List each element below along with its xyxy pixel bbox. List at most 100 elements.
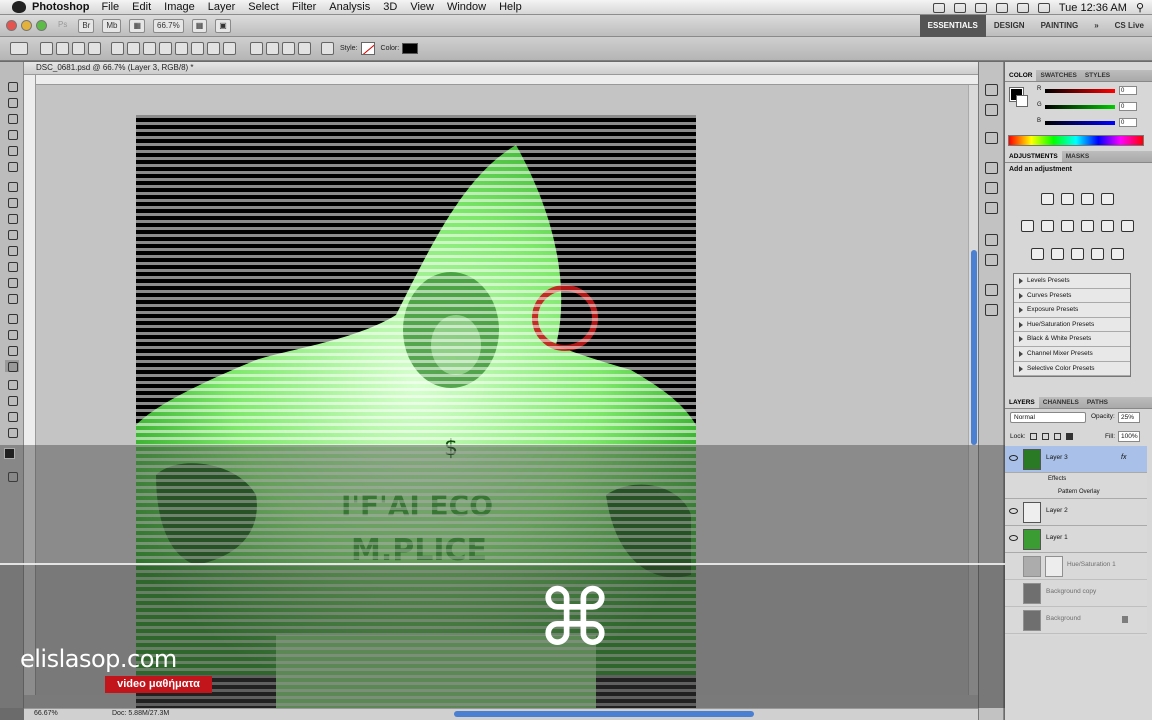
brushes-icon[interactable] (985, 162, 998, 174)
type-tool-icon[interactable] (5, 328, 19, 340)
pen-path-icon[interactable] (111, 42, 124, 55)
blend-mode-select[interactable]: Normal (1010, 412, 1086, 423)
vibrance-icon[interactable] (1021, 220, 1034, 232)
layer-row-background[interactable]: Background (1005, 607, 1147, 634)
3d-rotate-tool-icon[interactable] (5, 378, 19, 390)
menu-layer[interactable]: Layer (208, 1, 236, 13)
shape-tool-icon[interactable] (5, 360, 19, 372)
tab-masks[interactable]: MASKS (1062, 151, 1093, 162)
exclude-shape-icon[interactable] (298, 42, 311, 55)
layer-effects-row[interactable]: Effects (1005, 473, 1147, 486)
tab-swatches[interactable]: SWATCHES (1036, 70, 1080, 81)
screen-mode-button[interactable]: ▣ (215, 18, 231, 33)
zoom-window-button[interactable] (36, 20, 47, 31)
status-zoom[interactable]: 66.67% (34, 710, 58, 717)
red-value-input[interactable]: 0 (1119, 86, 1137, 95)
mini-bridge-button[interactable]: Mb (102, 18, 122, 33)
layer-name[interactable]: Hue/Saturation 1 (1067, 561, 1116, 568)
channel-mixer-icon[interactable] (1121, 220, 1134, 232)
layer-row-layer-2[interactable]: Layer 2 (1005, 499, 1147, 526)
menu-file[interactable]: File (101, 1, 119, 13)
vertical-scroll-thumb[interactable] (971, 250, 977, 445)
pen-tool-icon[interactable] (5, 312, 19, 324)
menu-select[interactable]: Select (248, 1, 279, 13)
preset-levels[interactable]: Levels Presets (1014, 274, 1130, 289)
freeform-pen-icon[interactable] (127, 42, 140, 55)
menu-edit[interactable]: Edit (132, 1, 151, 13)
tab-styles[interactable]: STYLES (1081, 70, 1114, 81)
lock-image-icon[interactable] (1042, 433, 1049, 440)
layer-row-layer-1[interactable]: Layer 1 (1005, 526, 1147, 553)
workspace-design[interactable]: DESIGN (986, 15, 1033, 37)
quick-select-tool-icon[interactable] (5, 128, 19, 140)
preset-selective-color[interactable]: Selective Color Presets (1014, 362, 1130, 377)
preset-exposure[interactable]: Exposure Presets (1014, 303, 1130, 318)
menu-help[interactable]: Help (499, 1, 522, 13)
menu-analysis[interactable]: Analysis (329, 1, 370, 13)
brush-presets-icon[interactable] (985, 202, 998, 214)
bridge-button[interactable]: Br (78, 18, 95, 33)
bluetooth-icon[interactable] (974, 2, 987, 13)
brush-tool-icon[interactable] (5, 196, 19, 208)
new-selection-icon[interactable] (40, 42, 53, 55)
polygon-shape-icon[interactable] (191, 42, 204, 55)
layer-name[interactable]: Background (1046, 615, 1081, 622)
preset-curves[interactable]: Curves Presets (1014, 289, 1130, 304)
threshold-icon[interactable] (1071, 248, 1084, 260)
red-slider[interactable]: R 0 (1037, 86, 1137, 96)
tool-presets-icon[interactable] (985, 284, 998, 296)
levels-icon[interactable] (1061, 193, 1074, 205)
ellipse-shape-icon[interactable] (175, 42, 188, 55)
tab-color[interactable]: COLOR (1005, 70, 1037, 81)
zoom-level-select[interactable]: 66.7% (153, 18, 184, 33)
green-value-input[interactable]: 0 (1119, 102, 1137, 111)
minimize-window-button[interactable] (21, 20, 32, 31)
combine-icon[interactable] (250, 42, 263, 55)
screen-icon[interactable] (932, 2, 945, 13)
hue-saturation-icon[interactable] (1041, 220, 1054, 232)
preset-hue-saturation[interactable]: Hue/Saturation Presets (1014, 318, 1130, 333)
crop-tool-icon[interactable] (5, 144, 19, 156)
shape-color-swatch[interactable] (402, 43, 419, 54)
tab-layers[interactable]: LAYERS (1005, 397, 1039, 408)
exposure-icon[interactable] (1101, 193, 1114, 205)
menu-window[interactable]: Window (447, 1, 486, 13)
lock-all-icon[interactable] (1066, 433, 1073, 440)
volume-icon[interactable] (1016, 2, 1029, 13)
3d-panel-icon[interactable] (985, 304, 998, 316)
black-white-icon[interactable] (1081, 220, 1094, 232)
tool-preset-picker[interactable] (10, 42, 28, 55)
history-brush-tool-icon[interactable] (5, 228, 19, 240)
tab-channels[interactable]: CHANNELS (1039, 397, 1083, 408)
brightness-contrast-icon[interactable] (1041, 193, 1054, 205)
eraser-tool-icon[interactable] (5, 244, 19, 256)
layer-name[interactable]: Layer 3 (1046, 454, 1068, 461)
blue-slider[interactable]: B 0 (1037, 118, 1137, 128)
3d-orbit-tool-icon[interactable] (5, 394, 19, 406)
apple-icon[interactable] (12, 1, 26, 13)
view-extras-button[interactable]: ▦ (129, 18, 146, 33)
workspace-essentials[interactable]: ESSENTIALS (919, 15, 986, 37)
custom-shape-icon[interactable] (223, 42, 236, 55)
subtract-shape-icon[interactable] (266, 42, 279, 55)
clock[interactable]: Tue 12:36 AM (1059, 2, 1127, 14)
lasso-tool-icon[interactable] (5, 112, 19, 124)
workspace-painting[interactable]: PAINTING (1033, 15, 1087, 37)
add-selection-icon[interactable] (56, 42, 69, 55)
posterize-icon[interactable] (1051, 248, 1064, 260)
menu-image[interactable]: Image (164, 1, 195, 13)
fill-input[interactable]: 100% (1118, 431, 1140, 442)
marquee-tool-icon[interactable] (5, 96, 19, 108)
cs-live-button[interactable]: CS Live (1107, 15, 1152, 37)
blue-value-input[interactable]: 0 (1119, 118, 1137, 127)
blur-tool-icon[interactable] (5, 276, 19, 288)
layer-name[interactable]: Layer 2 (1046, 507, 1068, 514)
close-window-button[interactable] (6, 20, 17, 31)
arrange-documents-button[interactable]: ▦ (191, 18, 208, 33)
opacity-input[interactable]: 25% (1118, 412, 1140, 423)
workspace-more[interactable]: » (1086, 15, 1106, 37)
healing-brush-tool-icon[interactable] (5, 180, 19, 192)
rounded-rect-shape-icon[interactable] (159, 42, 172, 55)
menu-3d[interactable]: 3D (383, 1, 397, 13)
clone-stamp-tool-icon[interactable] (5, 212, 19, 224)
